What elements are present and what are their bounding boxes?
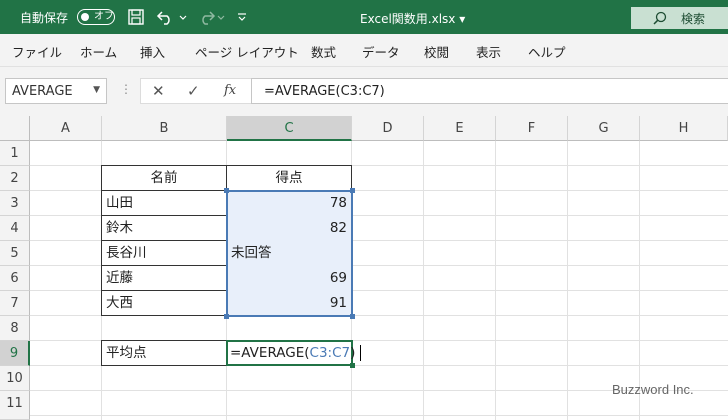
column-header-d[interactable]: D: [352, 116, 424, 141]
column-header-c[interactable]: C: [227, 116, 352, 141]
row-header-5[interactable]: 5: [0, 241, 30, 266]
toggle-knob: [81, 12, 89, 21]
tab-help[interactable]: ヘルプ: [528, 42, 566, 61]
cell-b4[interactable]: 鈴木: [101, 215, 227, 241]
gridline: [567, 141, 568, 420]
gridline: [30, 415, 728, 416]
range-handle[interactable]: [350, 188, 355, 193]
column-header-e[interactable]: E: [424, 116, 496, 141]
undo-icon[interactable]: [156, 8, 176, 26]
name-box[interactable]: AVERAGE ▼: [5, 78, 107, 104]
tab-insert[interactable]: 挿入: [140, 42, 165, 61]
fill-handle[interactable]: [350, 363, 355, 368]
row-header-11[interactable]: 11: [0, 391, 30, 420]
tab-data[interactable]: データ: [362, 42, 400, 61]
formula-input[interactable]: =AVERAGE(C3:C7): [251, 78, 728, 104]
formula-text: =AVERAGE(C3:C7): [264, 84, 385, 99]
row-header-6[interactable]: 6: [0, 266, 30, 291]
row-header-9[interactable]: 9: [0, 341, 30, 366]
cell-b3[interactable]: 山田: [101, 190, 227, 216]
gridline: [423, 141, 424, 420]
title-bar: 自動保存 オフ Excel関数用.xlsx ▾ 検索: [0, 0, 728, 34]
undo-dropdown-icon[interactable]: [178, 8, 188, 26]
ribbon-tabs: ファイル ホーム 挿入 ページ レイアウト 数式 データ 校閲 表示 ヘルプ: [0, 34, 728, 67]
column-header-h[interactable]: H: [640, 116, 728, 141]
tab-home[interactable]: ホーム: [80, 42, 117, 61]
gridline: [639, 141, 640, 420]
row-header-1[interactable]: 1: [0, 141, 30, 166]
more-options-icon[interactable]: ⋮: [120, 82, 132, 96]
formula-bar: AVERAGE ▼ ⋮ ✕ ✓ fx =AVERAGE(C3:C7): [0, 67, 728, 116]
column-header-a[interactable]: A: [30, 116, 102, 141]
cell-c2[interactable]: 得点: [226, 165, 352, 191]
tab-file[interactable]: ファイル: [12, 42, 62, 61]
insert-function-icon[interactable]: fx: [224, 83, 236, 98]
cell-b5[interactable]: 長谷川: [101, 240, 227, 266]
column-header-f[interactable]: F: [496, 116, 568, 141]
editing-formula: =AVERAGE(C3:C7): [230, 345, 356, 361]
chevron-down-icon[interactable]: ▼: [93, 85, 100, 95]
range-handle[interactable]: [224, 188, 229, 193]
row-header-7[interactable]: 7: [0, 291, 30, 316]
formula-controls: ✕ ✓ fx: [140, 78, 252, 104]
row-header-8[interactable]: 8: [0, 316, 30, 341]
autosave-label: 自動保存: [20, 11, 69, 25]
autosave-state: オフ: [94, 11, 114, 22]
cell-b6[interactable]: 近藤: [101, 265, 227, 291]
cancel-icon[interactable]: ✕: [152, 82, 165, 100]
autosave-toggle[interactable]: オフ: [77, 9, 115, 25]
search-label: 検索: [681, 12, 706, 26]
file-name[interactable]: Excel関数用.xlsx ▾: [360, 10, 530, 27]
row-header-2[interactable]: 2: [0, 166, 30, 191]
redo-icon[interactable]: [196, 8, 216, 26]
cell-c9-editing[interactable]: =AVERAGE(C3:C7): [226, 340, 361, 366]
row-header-10[interactable]: 10: [0, 366, 30, 391]
cell-b7[interactable]: 大西: [101, 290, 227, 316]
cell-b2[interactable]: 名前: [101, 165, 227, 191]
search-box[interactable]: 検索: [631, 7, 728, 29]
tab-review[interactable]: 校閲: [424, 42, 449, 61]
name-box-value: AVERAGE: [12, 84, 73, 99]
gridline: [495, 141, 496, 420]
row-header-3[interactable]: 3: [0, 191, 30, 216]
worksheet-grid[interactable]: A B C D E F G H 1 2 3 4 5 6 7 8 9 10 11 …: [0, 116, 728, 420]
range-handle[interactable]: [350, 314, 355, 319]
tab-formulas[interactable]: 数式: [311, 42, 336, 61]
row-header-4[interactable]: 4: [0, 216, 30, 241]
column-header-b[interactable]: B: [102, 116, 227, 141]
search-icon: [653, 11, 667, 25]
cell-b9[interactable]: 平均点: [101, 340, 227, 366]
tab-view[interactable]: 表示: [476, 42, 501, 61]
select-all-corner[interactable]: [0, 116, 30, 141]
enter-icon[interactable]: ✓: [187, 82, 200, 100]
redo-dropdown-icon[interactable]: [216, 8, 226, 26]
customize-toolbar-icon[interactable]: [236, 8, 248, 26]
range-handle[interactable]: [224, 314, 229, 319]
tab-page-layout[interactable]: ページ レイアウト: [195, 42, 299, 61]
save-icon[interactable]: [127, 8, 145, 26]
text-cursor: [360, 345, 361, 361]
range-reference-border: [226, 190, 353, 317]
column-header-g[interactable]: G: [568, 116, 640, 141]
watermark: Buzzword Inc.: [612, 382, 694, 397]
